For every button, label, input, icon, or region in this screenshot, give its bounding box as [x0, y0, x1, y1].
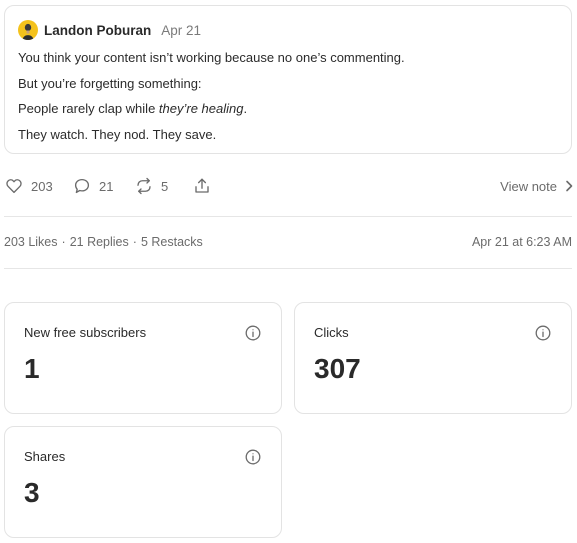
heart-icon: [6, 179, 22, 194]
author-name[interactable]: Landon Poburan: [44, 23, 151, 38]
reply-button[interactable]: 21: [73, 175, 113, 197]
note-date[interactable]: Apr 21: [161, 23, 201, 38]
note-header: Landon Poburan Apr 21: [18, 19, 201, 41]
metric-value: 307: [314, 353, 361, 384]
separator: ·: [61, 235, 66, 249]
like-button[interactable]: 203: [5, 175, 53, 197]
share-icon: [195, 178, 209, 193]
metric-label: Clicks: [314, 325, 349, 340]
metric-value: 1: [24, 353, 40, 384]
note-line: People rarely clap while they’re healing…: [18, 100, 405, 118]
reply-count: 21: [99, 178, 114, 194]
metric-card-clicks: Clicks 307: [294, 302, 572, 414]
info-icon[interactable]: [245, 325, 261, 341]
restack-icon: [137, 177, 151, 195]
view-note-link[interactable]: View note: [500, 175, 573, 197]
comment-icon: [74, 178, 90, 194]
note-actions: 203 21 5 View note: [0, 175, 577, 197]
restacks-stat[interactable]: 5 Restacks: [141, 235, 203, 249]
metric-card-shares: Shares 3: [4, 426, 282, 538]
note-stats: 203 Likes · 21 Replies · 5 Restacks Apr …: [4, 235, 572, 253]
share-button[interactable]: [193, 175, 211, 197]
note-card[interactable]: Landon Poburan Apr 21 You think your con…: [4, 5, 572, 154]
metric-label: New free subscribers: [24, 325, 147, 340]
likes-stat[interactable]: 203 Likes: [4, 235, 58, 249]
divider: [4, 268, 572, 269]
note-body: You think your content isn’t working bec…: [18, 49, 405, 151]
note-emphasis: they’re healing: [158, 101, 244, 116]
metric-value: 3: [24, 477, 40, 508]
post-timestamp: Apr 21 at 6:23 AM: [471, 235, 572, 249]
divider: [4, 216, 572, 217]
info-icon[interactable]: [245, 449, 261, 465]
metric-label: Shares: [24, 449, 66, 464]
note-line-text: .: [243, 101, 248, 116]
restack-count: 5: [161, 178, 169, 194]
view-note-label: View note: [500, 178, 557, 194]
chevron-right-icon: [566, 180, 573, 192]
metric-card-subscribers: New free subscribers 1: [4, 302, 282, 414]
separator: ·: [132, 235, 137, 249]
avatar[interactable]: [18, 20, 38, 40]
replies-stat[interactable]: 21 Replies: [70, 235, 129, 249]
note-line: They watch. They nod. They save.: [18, 126, 217, 142]
restack-button[interactable]: 5: [135, 175, 168, 197]
note-line: You think your content isn’t working bec…: [18, 50, 405, 65]
like-count: 203: [31, 178, 53, 194]
info-icon[interactable]: [535, 325, 551, 341]
note-line-text: People rarely clap while: [18, 101, 159, 116]
note-line: But you’re forgetting something:: [18, 75, 202, 91]
